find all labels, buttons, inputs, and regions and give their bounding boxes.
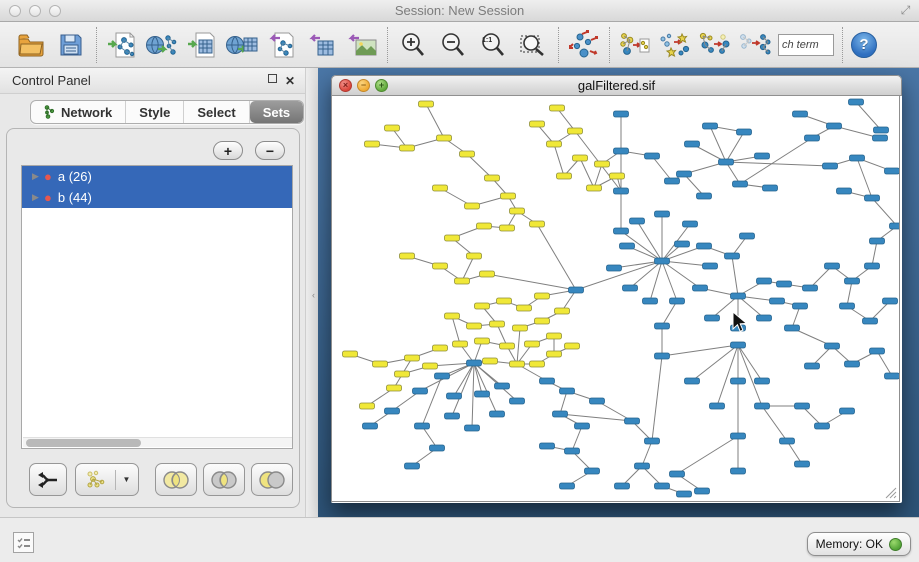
network-view-window[interactable]: × − + galFiltered.sif (331, 75, 902, 503)
split-sets-button[interactable] (29, 463, 67, 496)
task-list-icon (17, 536, 31, 550)
import-network-file-icon[interactable] (105, 28, 139, 62)
hide-selection-icon[interactable] (698, 28, 732, 62)
close-panel-icon[interactable]: ✕ (285, 74, 295, 88)
network-window-title: galFiltered.sif (332, 78, 901, 93)
tab-sets[interactable]: Sets (250, 101, 303, 123)
tab-sets-label: Sets (263, 105, 290, 120)
tab-style[interactable]: Style (126, 101, 184, 123)
apply-layout-icon[interactable] (567, 28, 601, 62)
sets-actions: ▼ (21, 463, 293, 497)
expander-icon[interactable]: ▶ (32, 192, 44, 203)
window-title: Session: New Session (0, 3, 919, 18)
zoom-in-icon[interactable] (396, 28, 430, 62)
horizontal-scrollbar[interactable] (23, 437, 293, 447)
resize-grip-icon[interactable] (884, 486, 897, 499)
set-label: a (26) (58, 169, 92, 184)
tab-select-label: Select (197, 105, 235, 120)
float-panel-icon[interactable] (268, 74, 277, 83)
network-from-selection-icon[interactable] (618, 28, 652, 62)
export-table-icon[interactable] (305, 28, 339, 62)
mdi-desktop: × − + galFiltered.sif (318, 68, 919, 517)
sets-panel: + − ▶ ● a (26) ▶ ● b (44) (6, 128, 300, 508)
sets-list: ▶ ● a (26) ▶ ● b (44) (21, 165, 293, 449)
zoom-actual-label: 1:1 (482, 37, 492, 44)
tab-network-label: Network (61, 105, 112, 120)
tab-select[interactable]: Select (184, 101, 249, 123)
split-arrow-icon (37, 470, 59, 490)
collapse-panel-icon[interactable]: ‹ (312, 290, 315, 300)
union-sets-button[interactable] (155, 463, 197, 496)
intersect-sets-button[interactable] (203, 463, 245, 496)
control-panel-header: Control Panel ✕ (0, 68, 305, 94)
network-graph[interactable] (332, 96, 900, 502)
save-session-icon[interactable] (54, 28, 88, 62)
network-canvas[interactable] (331, 96, 900, 502)
search-input[interactable] (778, 34, 834, 56)
task-history-button[interactable] (13, 532, 34, 553)
network-window-titlebar[interactable]: × − + galFiltered.sif (331, 75, 902, 96)
tab-network[interactable]: Network (31, 101, 126, 123)
open-file-icon[interactable] (14, 28, 48, 62)
scrollbar-thumb[interactable] (26, 439, 141, 447)
export-network-icon[interactable] (265, 28, 299, 62)
application-window: Session: New Session ⤢ (0, 0, 919, 562)
import-table-web-icon[interactable] (225, 28, 259, 62)
memory-ok-dot-icon (889, 538, 902, 551)
titlebar: Session: New Session ⤢ (0, 0, 919, 22)
fullscreen-icon[interactable]: ⤢ (898, 3, 913, 18)
status-bar: Memory: OK (0, 517, 919, 562)
import-network-web-icon[interactable] (145, 28, 179, 62)
network-tab-icon (44, 105, 56, 119)
control-panel-tabbar: Network Style Select Sets (30, 100, 304, 124)
export-image-icon[interactable] (345, 28, 379, 62)
list-item-set-a[interactable]: ▶ ● a (26) (22, 166, 292, 187)
show-all-icon[interactable] (738, 28, 772, 62)
list-item-set-b[interactable]: ▶ ● b (44) (22, 187, 292, 208)
remove-set-button[interactable]: − (255, 141, 285, 160)
zoom-actual-icon[interactable]: 1:1 (476, 28, 510, 62)
dropdown-caret-icon: ▼ (123, 475, 131, 484)
memory-status-label: Memory: OK (816, 537, 883, 551)
difference-sets-button[interactable] (251, 463, 293, 496)
main-toolbar: 1:1 (0, 22, 919, 68)
panel-divider[interactable]: ‹ (305, 68, 318, 517)
memory-status-button[interactable]: Memory: OK (807, 532, 911, 556)
zoom-selected-icon[interactable] (516, 28, 550, 62)
set-color-dot-icon: ● (44, 190, 52, 205)
create-set-menu-button[interactable]: ▼ (75, 463, 139, 496)
set-label: b (44) (58, 190, 92, 205)
mouse-cursor-icon (732, 311, 748, 333)
expander-icon[interactable]: ▶ (32, 171, 44, 182)
help-button[interactable]: ? (851, 32, 877, 58)
style-copy-icon[interactable] (658, 28, 692, 62)
selected-nodes-icon (84, 470, 108, 490)
add-set-button[interactable]: + (213, 141, 243, 160)
control-panel-title: Control Panel (12, 73, 91, 88)
zoom-out-icon[interactable] (436, 28, 470, 62)
venn-intersection-icon (210, 471, 238, 489)
venn-difference-icon (258, 471, 286, 489)
control-panel: Control Panel ✕ Network Style Select Set… (0, 68, 318, 517)
venn-union-icon (162, 471, 190, 489)
import-table-file-icon[interactable] (185, 28, 219, 62)
set-color-dot-icon: ● (44, 169, 52, 184)
tab-style-label: Style (139, 105, 170, 120)
